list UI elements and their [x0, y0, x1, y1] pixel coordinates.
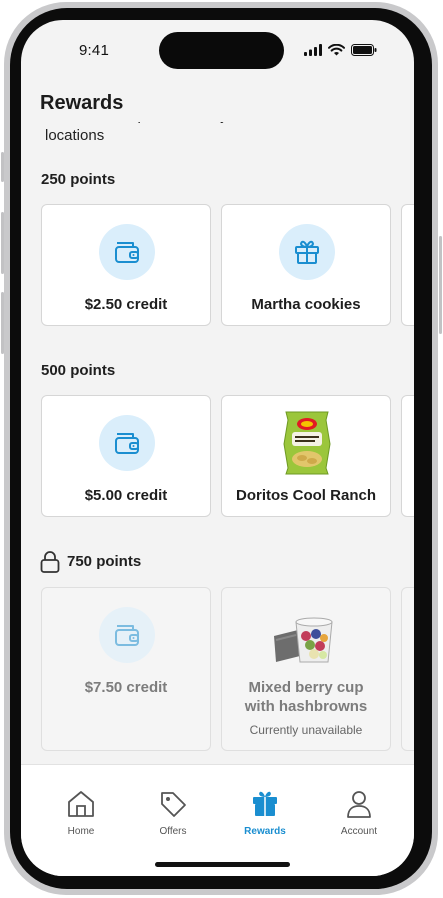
- reward-label: Martha cookies: [251, 296, 361, 313]
- reward-label: $7.50 credit: [84, 679, 168, 696]
- tab-label: Offers: [159, 826, 187, 837]
- action-button: [1, 152, 4, 182]
- status-icons: [304, 44, 377, 56]
- section-title-750: 750 points: [67, 553, 142, 570]
- volume-down-button: [1, 292, 4, 354]
- status-time: 9:41: [79, 42, 109, 59]
- reward-label: $2.50 credit: [84, 296, 168, 313]
- person-icon: [347, 791, 371, 818]
- wallet-icon: [115, 242, 139, 263]
- tab-home[interactable]: Home: [41, 789, 121, 837]
- gift-icon: [295, 240, 319, 264]
- wallet-icon-circle: [99, 415, 155, 471]
- app-screen: 9:41 Rewards Rewards and products may no…: [21, 20, 414, 876]
- wallet-icon: [115, 433, 139, 454]
- battery-icon: [351, 44, 377, 56]
- dynamic-island: [159, 32, 284, 69]
- tab-account[interactable]: Account: [319, 789, 399, 837]
- reward-card-5-00-credit[interactable]: $5.00 credit: [41, 395, 211, 517]
- reward-label: $5.00 credit: [84, 487, 168, 504]
- tab-bar: Home Offers Rewards Account: [21, 764, 414, 876]
- wifi-icon: [328, 44, 345, 56]
- availability-status: Currently unavailable: [249, 723, 363, 737]
- home-icon: [68, 791, 94, 817]
- section-title-250: 250 points: [41, 171, 116, 188]
- section-title-500: 500 points: [41, 362, 116, 379]
- fruit-cup-image: [274, 617, 333, 663]
- reward-card-2-50-credit[interactable]: $2.50 credit: [41, 204, 211, 326]
- gift-icon: [253, 791, 277, 816]
- gift-icon-circle: [279, 224, 335, 280]
- tab-rewards[interactable]: Rewards: [225, 789, 305, 837]
- chip-bag-image: [283, 411, 331, 475]
- reward-card-7-50-credit[interactable]: $7.50 credit: [41, 587, 211, 751]
- reward-label: Mixed berry cup with hashbrowns: [244, 679, 368, 715]
- wallet-icon: [115, 625, 139, 646]
- page-title: Rewards: [40, 92, 124, 114]
- power-button: [439, 236, 442, 334]
- tab-offers[interactable]: Offers: [133, 789, 213, 837]
- tab-label: Rewards: [244, 826, 286, 837]
- reward-card-partial[interactable]: [401, 204, 414, 326]
- lock-icon: [40, 551, 60, 573]
- tag-icon: [161, 792, 186, 817]
- signal-icon: [304, 44, 322, 56]
- reward-card-martha-cookies[interactable]: Martha cookies: [221, 204, 391, 326]
- reward-card-mixed-berry-cup[interactable]: Mixed berry cup with hashbrowns Currentl…: [221, 587, 391, 751]
- status-bar: 9:41: [21, 20, 414, 78]
- tab-label: Home: [67, 826, 95, 837]
- wallet-icon-circle: [99, 224, 155, 280]
- volume-up-button: [1, 212, 4, 274]
- tab-label: Account: [340, 826, 378, 837]
- home-indicator[interactable]: [155, 862, 290, 867]
- wallet-icon-circle: [99, 607, 155, 663]
- reward-label: Doritos Cool Ranch: [235, 487, 376, 504]
- reward-card-partial[interactable]: [401, 395, 414, 517]
- reward-card-partial[interactable]: [401, 587, 414, 751]
- reward-card-doritos-cool-ranch[interactable]: Doritos Cool Ranch: [221, 395, 391, 517]
